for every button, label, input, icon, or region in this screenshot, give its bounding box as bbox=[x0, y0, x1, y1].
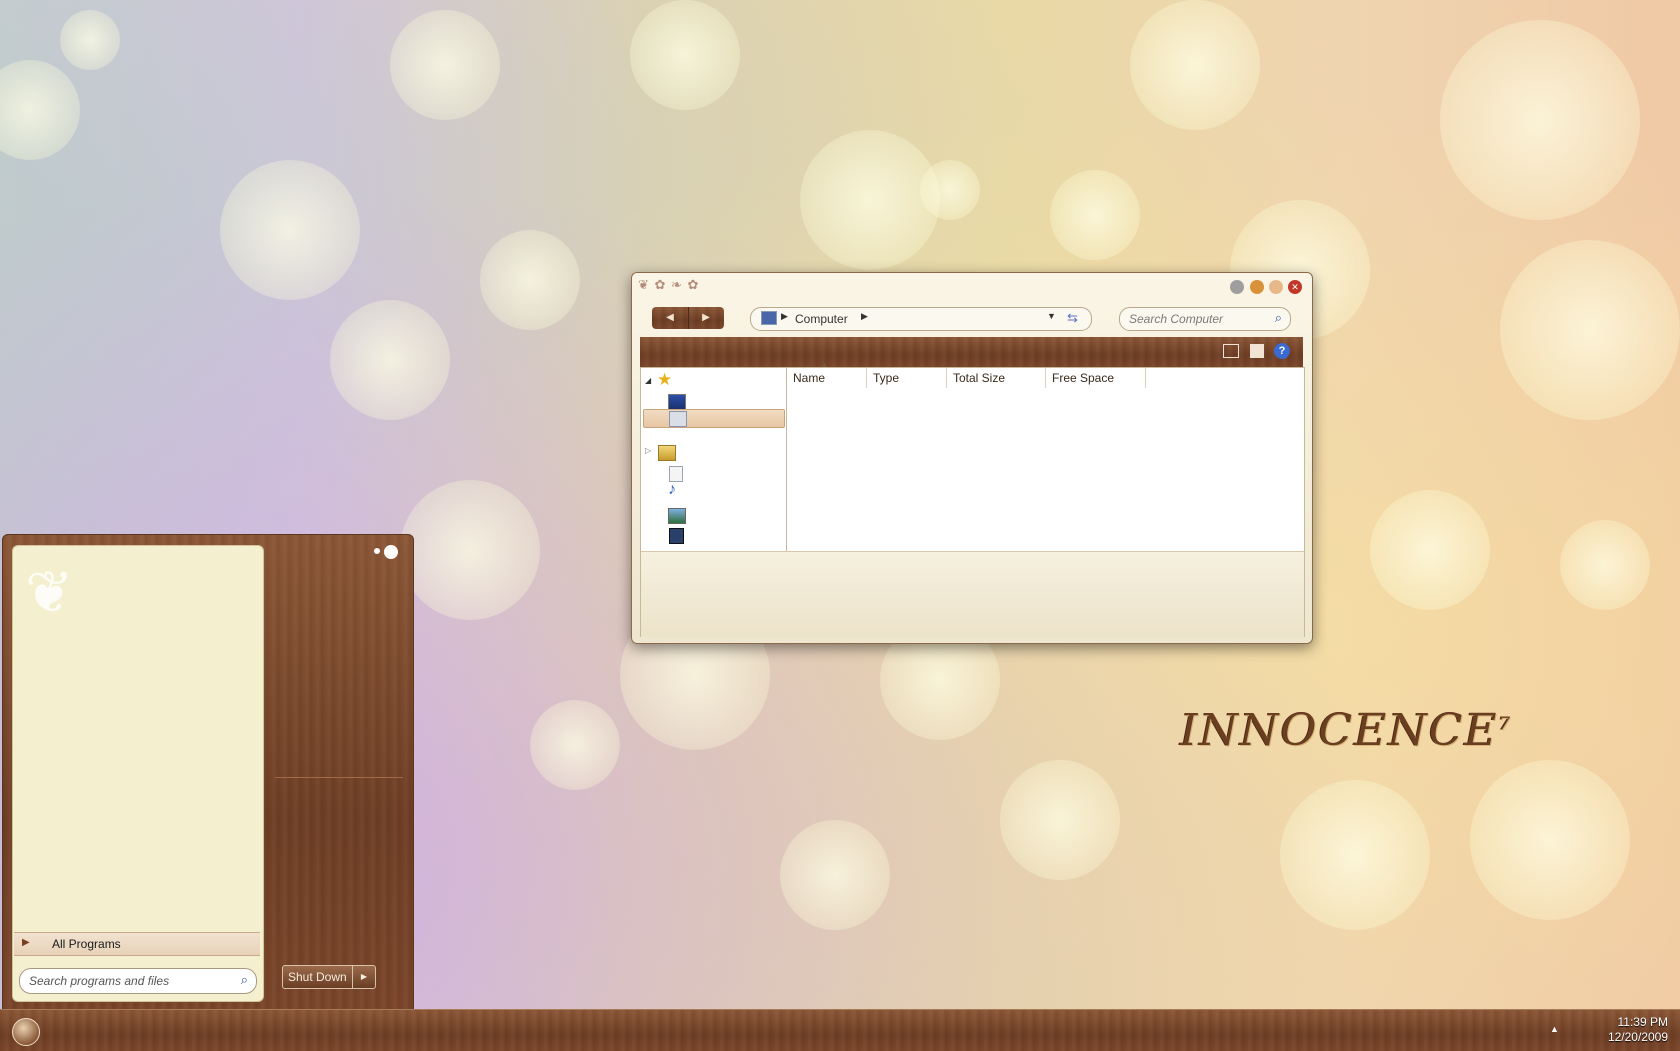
breadcrumb-computer[interactable]: Computer bbox=[795, 312, 848, 326]
user-picture[interactable] bbox=[374, 548, 380, 554]
start-search-input[interactable]: Search programs and files bbox=[29, 974, 169, 988]
column-header-type[interactable]: Type bbox=[867, 368, 947, 388]
shutdown-label: Shut Down bbox=[288, 970, 347, 984]
maximize-button[interactable] bbox=[1269, 280, 1283, 294]
search-icon[interactable]: ⌕ bbox=[241, 972, 248, 988]
start-button[interactable] bbox=[12, 1018, 40, 1046]
file-list[interactable]: Name Type Total Size Free Space ▲ bbox=[787, 362, 1304, 551]
start-menu: ❦ ▶ All Programs Search programs and fil… bbox=[2, 534, 414, 1010]
breadcrumb-chevron-icon: ▶ bbox=[781, 311, 788, 321]
command-bar: ? bbox=[640, 337, 1303, 367]
system-clock[interactable]: 11:39 PM 12/20/2009 bbox=[1608, 1015, 1668, 1045]
logo-text: INNOCENCE bbox=[1180, 705, 1499, 756]
navigation-buttons: ◀ ▶ bbox=[652, 307, 724, 329]
close-button[interactable]: ✕ bbox=[1288, 280, 1302, 294]
clock-date: 12/20/2009 bbox=[1607, 1030, 1668, 1044]
user-picture-dot bbox=[384, 545, 398, 559]
right-pane-divider bbox=[275, 777, 403, 778]
logo-superscript: 7 bbox=[1498, 713, 1512, 735]
forward-button[interactable]: ▶ bbox=[688, 307, 724, 329]
minimize-button[interactable] bbox=[1250, 280, 1264, 294]
start-search-box[interactable]: Search programs and files ⌕ bbox=[19, 968, 257, 994]
sort-arrow-icon: ▲ bbox=[821, 362, 828, 369]
floral-ornament-icon: ❦ bbox=[25, 558, 74, 626]
explorer-window[interactable]: ❦ ✿ ❧ ✿ ✕ ◀ ▶ ▶ Computer ▶ ▼ ⇆ Search Co… bbox=[631, 272, 1313, 644]
videos-icon[interactable] bbox=[669, 528, 684, 544]
column-header-total-size[interactable]: Total Size bbox=[947, 368, 1046, 388]
computer-icon bbox=[669, 411, 687, 427]
preview-pane-icon[interactable] bbox=[1250, 344, 1264, 358]
details-pane bbox=[641, 551, 1304, 637]
shutdown-options-button[interactable]: ▶ bbox=[352, 966, 375, 988]
shutdown-button[interactable]: Shut Down ▶ bbox=[282, 965, 376, 989]
column-header-free-space[interactable]: Free Space bbox=[1046, 368, 1146, 388]
search-input[interactable]: Search Computer bbox=[1129, 312, 1223, 326]
view-options-icon[interactable] bbox=[1223, 344, 1239, 358]
search-icon[interactable]: ⌕ bbox=[1275, 310, 1282, 326]
back-button[interactable]: ◀ bbox=[652, 307, 689, 329]
search-box[interactable]: Search Computer ⌕ bbox=[1119, 307, 1291, 331]
breadcrumb-chevron-icon: ▶ bbox=[861, 311, 868, 321]
all-programs-label: All Programs bbox=[52, 937, 121, 951]
desktop-icon[interactable] bbox=[668, 394, 686, 410]
help-icon[interactable]: ? bbox=[1274, 343, 1290, 359]
notification-arrow-icon[interactable]: ▲ bbox=[1550, 1024, 1559, 1034]
computer-nav-item[interactable] bbox=[643, 409, 785, 428]
pictures-icon[interactable] bbox=[668, 508, 686, 524]
favorites-star-icon[interactable]: ★ bbox=[657, 370, 672, 390]
all-programs-button[interactable]: ▶ All Programs bbox=[14, 932, 260, 956]
explorer-body: ◢ ★ ▷ ♪ Name Type Total Size Free Space … bbox=[640, 362, 1305, 637]
window-ornament-icon: ❦ ✿ ❧ ✿ bbox=[638, 277, 700, 292]
refresh-icon[interactable]: ⇆ bbox=[1067, 310, 1078, 326]
collapse-arrow-icon[interactable]: ▷ bbox=[645, 446, 651, 455]
computer-small-icon bbox=[761, 311, 777, 325]
taskbar: ▲ 11:39 PM 12/20/2009 bbox=[0, 1009, 1680, 1051]
start-menu-programs-pane: ❦ ▶ All Programs Search programs and fil… bbox=[12, 545, 264, 1002]
extra-button[interactable] bbox=[1230, 280, 1244, 294]
address-dropdown-icon[interactable]: ▼ bbox=[1047, 311, 1056, 321]
clock-time: 11:39 PM bbox=[1617, 1015, 1668, 1029]
column-header-name[interactable]: Name bbox=[787, 368, 867, 388]
libraries-icon[interactable] bbox=[658, 445, 676, 461]
all-programs-arrow-icon: ▶ bbox=[22, 937, 30, 948]
navigation-pane[interactable]: ◢ ★ ▷ ♪ bbox=[641, 368, 787, 551]
music-icon[interactable]: ♪ bbox=[668, 481, 676, 499]
expand-arrow-icon[interactable]: ◢ bbox=[645, 376, 651, 385]
wallpaper-logo: INNOCENCE7 bbox=[1180, 705, 1512, 756]
address-bar[interactable]: ▶ Computer ▶ ▼ ⇆ bbox=[750, 307, 1092, 331]
documents-icon[interactable] bbox=[669, 466, 683, 482]
